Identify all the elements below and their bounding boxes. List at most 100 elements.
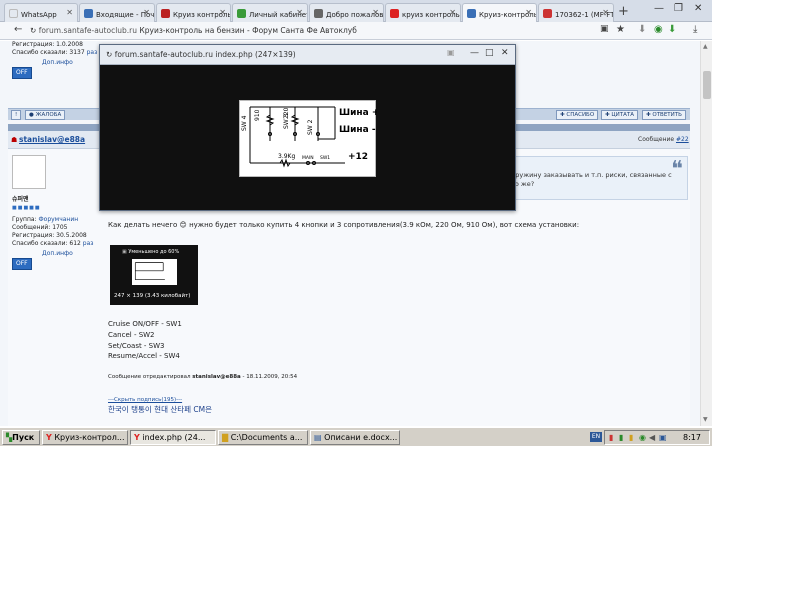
maximize-button[interactable]: ❐ [674,3,683,14]
label-bus-plus: Шина + [339,108,377,118]
close-window-button[interactable]: ✕ [694,3,702,14]
off-status-badge: OFF [12,67,32,79]
thumb-image [132,259,177,285]
tray-icon-1[interactable]: ▮ [609,433,613,442]
tab-cruise-active[interactable]: Круиз-контроль ✕ [462,3,537,23]
close-icon[interactable]: ✕ [66,8,73,17]
thumb-schema-svg [134,262,165,281]
task-cruise[interactable]: Y Круиз-контрол... [42,430,128,445]
minimize-button[interactable]: — [654,3,664,14]
tray-icon-4[interactable]: ◉ [639,433,646,442]
close-icon[interactable]: ✕ [372,8,379,17]
popup-lock-icon: ▣ [447,48,455,57]
reader-icon[interactable]: ▣ [600,24,609,34]
label-plus12: +12 [348,152,368,162]
clock: 8:17 [683,433,701,442]
task-word-doc[interactable]: ▤ Описани e.docx... [310,430,400,445]
popup-close-button[interactable]: ✕ [501,48,509,58]
speaker-icon[interactable]: ◀ [649,433,655,442]
warn-button[interactable]: ! [11,110,22,120]
yandex-icon: Y [46,433,52,442]
signature-toggle[interactable]: ---Скрыть подпись(195)--- [108,397,182,403]
download-icon[interactable]: ⬇ [638,24,646,35]
back-arrow-icon[interactable]: ← [14,24,22,35]
popup-titlebar[interactable]: ↻ forum.santafe-autoclub.ru index.php (2… [100,45,515,65]
tab-cruise-1[interactable]: Круиз контроль и✕ [156,3,231,22]
close-icon[interactable]: ✕ [449,8,456,17]
whatsapp-icon [9,9,18,18]
tab-inbox[interactable]: Входящие - Почт ✕ [79,3,155,22]
popup-maximize-button[interactable]: □ [485,48,494,58]
label-main: MAIN [302,155,314,161]
scroll-thumb[interactable] [703,71,711,99]
avatar[interactable] [12,155,46,189]
thanks-button[interactable]: ✚ СПАСИБО [556,110,599,120]
save-icon[interactable]: ⬇ [668,24,676,35]
post-author-link[interactable]: stanislav@e88a [19,135,85,144]
tab-yandex[interactable]: круиз контроль н ✕ [385,3,461,22]
tab-strip: WhatsApp ✕ Входящие - Почт ✕ Круиз контрол… [0,0,712,23]
wiring-schema-image: SW 4 910 SW 3 220 SW 2 Шина + Шина - 3.9… [239,100,379,177]
quote-icon: ❝ [671,157,683,182]
switch-line-1: Cruise ON/OFF - SW1 [108,320,182,328]
reply-button[interactable]: ✚ ОТВЕТИТЬ [642,110,686,120]
quote-button[interactable]: ✚ ЦИТАТА [601,110,638,120]
message-number-link[interactable]: #22 [676,136,689,143]
thumb-caption: ▣ Уменьшено до 60% [122,249,180,255]
tab-whatsapp[interactable]: WhatsApp ✕ [4,3,78,22]
zoom-icon: ▣ [122,249,127,255]
star-icon[interactable]: ★ [616,24,625,35]
label-bus-minus: Шина - [339,125,376,135]
online-icon: ☗ [11,136,18,144]
tray-icon-3[interactable]: ▮ [629,433,633,442]
rank-stars: ■■■■■ [12,205,41,211]
reload-icon[interactable]: ↻ [106,50,112,59]
extension-icon[interactable]: ◉ [654,24,663,35]
site-icon [237,9,246,18]
folder-icon: ▇ [222,433,229,442]
close-icon[interactable]: ✕ [143,8,150,17]
dop-info-link[interactable]: Доп.инфо [42,250,73,257]
schema-thumbnail[interactable]: ▣ Уменьшено до 60% 247 × 139 (3.43 килоб… [110,245,198,305]
mail-icon [84,9,93,18]
switch-line-4: Resume/Accel - SW4 [108,352,180,360]
scroll-down-icon[interactable]: ▼ [703,416,708,423]
switch-line-3: Set/Coast - SW3 [108,342,165,350]
wiring-schema-svg: SW 4 910 SW 3 220 SW 2 Шина + Шина - 3.9… [241,106,379,168]
post-author-info: 슈퍼맨 ■■■■■ Группа: Форумчанин Сообщений: … [12,196,93,270]
close-icon[interactable]: ✕ [296,8,303,17]
close-icon[interactable]: ✕ [219,8,226,17]
edited-note: Сообщение отредактировал stanislav@e88a … [108,374,298,380]
site-icon [543,9,552,18]
dop-info-link[interactable]: Доп.инфо [42,59,73,66]
tab-170362[interactable]: 170362-1 (MF-FT ✕ [538,3,614,22]
task-index-php[interactable]: Y index.php (24... [130,430,216,445]
complaint-button[interactable]: ● ЖАЛОБА [25,110,66,120]
windows-taskbar: ▚Пуск Y Круиз-контрол... Y index.php (24… [0,427,712,446]
language-indicator[interactable]: EN [590,432,602,442]
tab-welcome[interactable]: Добро пожалова ✕ [309,3,384,22]
prev-user-info: Регистрация: 1.0.2008 Спасибо сказали: 3… [12,41,97,79]
downloads-icon[interactable]: ⤓ [693,24,697,35]
new-tab-button[interactable]: + [618,4,629,19]
label-sw4: SW 4 [241,115,248,131]
page-scrollbar[interactable]: ▲ ▼ [700,41,712,426]
scroll-up-icon[interactable]: ▲ [703,43,708,50]
label-sw2: SW 2 [307,119,314,135]
tab-cabinet[interactable]: Личный кабинет ✕ [232,3,308,22]
tray-icon-2[interactable]: ▮ [619,433,623,442]
reload-icon[interactable]: ↻ [30,26,36,35]
close-icon[interactable]: ✕ [602,8,609,17]
network-icon[interactable]: ▣ [659,433,667,442]
close-icon[interactable]: ✕ [525,8,532,17]
popup-minimize-button[interactable]: — [470,48,479,58]
site-icon [467,9,476,18]
start-button[interactable]: ▚Пуск [2,430,40,445]
word-icon: ▤ [314,433,322,442]
message-label: Сообщение [638,136,675,143]
site-icon [161,9,170,18]
label-r910: 910 [254,109,261,121]
task-documents[interactable]: ▇ C:\Documents a... [218,430,308,445]
post-text: Как делать нечего 😊 нужно будет только к… [108,221,580,229]
address-bar[interactable]: ↻ forum.santafe-autoclub.ru Круиз-контро… [30,24,596,38]
